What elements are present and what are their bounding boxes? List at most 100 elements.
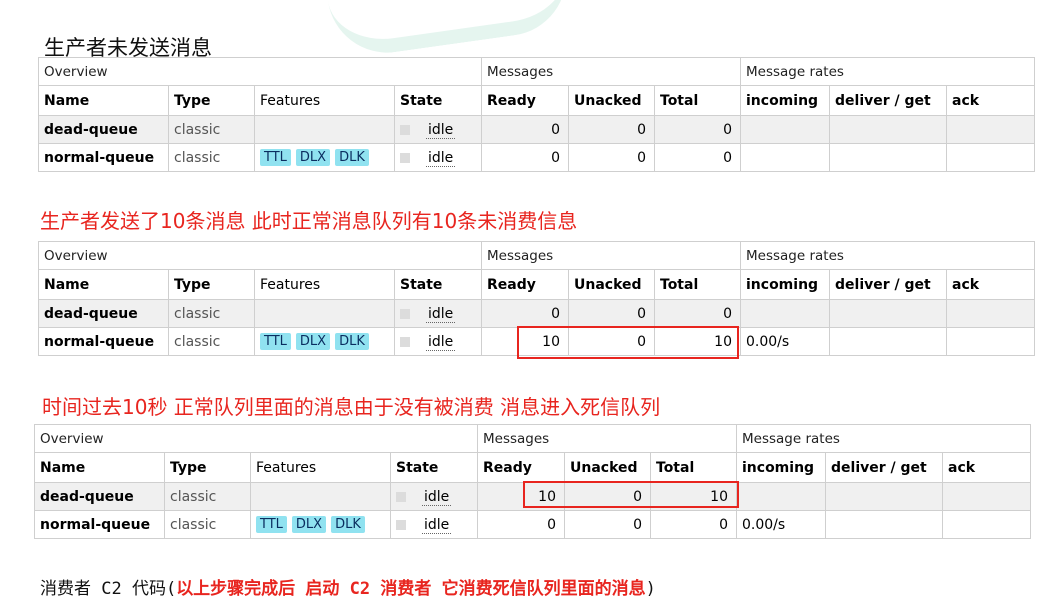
col-unacked[interactable]: Unacked: [568, 269, 655, 300]
queues-table-1: Overview Messages Message rates Name Typ…: [38, 57, 1036, 172]
ack-rate: [941, 510, 1032, 539]
consumer-note-highlight: 以上步骤完成后 启动 C2 消费者 它消费死信队列里面的消息: [176, 579, 646, 599]
incoming-rate: 0.00/s: [736, 510, 826, 539]
col-name[interactable]: Name: [38, 269, 169, 300]
col-ready[interactable]: Ready: [481, 85, 569, 116]
table-row: dead-queue classic idle 0 0 0: [38, 299, 1036, 328]
section-2-heading: 生产者发送了10条消息 此时正常消息队列有10条未消费信息: [40, 209, 578, 233]
queue-features: [254, 299, 395, 328]
state-indicator-icon: [400, 308, 410, 319]
incoming-rate: 0.00/s: [740, 327, 830, 356]
state-indicator-icon: [396, 519, 406, 530]
unacked-count: 0: [568, 143, 655, 172]
incoming-rate: [736, 482, 826, 511]
col-name[interactable]: Name: [38, 85, 169, 116]
col-unacked[interactable]: Unacked: [564, 452, 651, 483]
highlight-box-normal-queue: [517, 326, 739, 359]
state-indicator-icon: [400, 152, 410, 163]
queue-name-link[interactable]: normal-queue: [34, 510, 165, 539]
queue-name-link[interactable]: dead-queue: [34, 482, 165, 511]
feature-badge-dlk: DLK: [331, 516, 365, 533]
state-label: idle: [426, 333, 456, 351]
queue-state: idle: [394, 115, 482, 144]
queue-type: classic: [168, 115, 255, 144]
consumer-note-suffix: ): [645, 579, 656, 599]
col-total[interactable]: Total: [650, 452, 737, 483]
queue-features: [254, 115, 395, 144]
col-features: Features: [254, 85, 395, 116]
queue-features: TTL DLX DLK: [254, 143, 395, 172]
message-rates-header: Message rates: [739, 57, 1036, 86]
queue-features: TTL DLX DLK: [250, 510, 391, 539]
col-unacked[interactable]: Unacked: [568, 85, 655, 116]
unacked-count: 0: [564, 510, 651, 539]
state-indicator-icon: [400, 124, 410, 135]
col-state[interactable]: State: [394, 85, 482, 116]
state-label: idle: [426, 149, 456, 167]
queue-type: classic: [164, 482, 251, 511]
col-ack[interactable]: ack: [945, 269, 1036, 300]
state-label: idle: [422, 488, 452, 506]
message-rates-header: Message rates: [739, 241, 1036, 270]
queue-name-link[interactable]: normal-queue: [38, 327, 169, 356]
deliver-rate: [829, 299, 947, 328]
incoming-rate: [740, 115, 830, 144]
col-total[interactable]: Total: [654, 85, 741, 116]
ack-rate: [941, 482, 1032, 511]
col-state[interactable]: State: [394, 269, 482, 300]
queue-features: [250, 482, 391, 511]
queue-name-link[interactable]: dead-queue: [38, 299, 169, 328]
col-ready[interactable]: Ready: [477, 452, 565, 483]
col-deliver-get[interactable]: deliver / get: [825, 452, 943, 483]
ready-count: 0: [481, 143, 569, 172]
message-rates-header: Message rates: [735, 424, 1032, 453]
col-incoming[interactable]: incoming: [740, 269, 830, 300]
queue-state: idle: [394, 327, 482, 356]
deliver-rate: [825, 482, 943, 511]
col-total[interactable]: Total: [654, 269, 741, 300]
col-type[interactable]: Type: [164, 452, 251, 483]
deliver-rate: [829, 143, 947, 172]
ready-count: 0: [477, 510, 565, 539]
highlight-box-dead-queue: [523, 481, 739, 508]
overview-header: Overview: [38, 241, 482, 270]
queue-name-link[interactable]: normal-queue: [38, 143, 169, 172]
col-deliver-get[interactable]: deliver / get: [829, 85, 947, 116]
table-row: normal-queue classic TTL DLX DLK idle 0 0 …: [34, 510, 1032, 539]
ack-rate: [945, 299, 1036, 328]
queue-type: classic: [168, 327, 255, 356]
col-incoming[interactable]: incoming: [740, 85, 830, 116]
state-label: idle: [422, 516, 452, 534]
col-type[interactable]: Type: [168, 85, 255, 116]
deliver-rate: [829, 115, 947, 144]
table-row: normal-queue classic TTL DLX DLK idle 0 0 …: [38, 143, 1036, 172]
col-type[interactable]: Type: [168, 269, 255, 300]
consumer-note: 消费者 C2 代码(以上步骤完成后 启动 C2 消费者 它消费死信队列里面的消息…: [40, 574, 656, 599]
col-ack[interactable]: ack: [945, 85, 1036, 116]
feature-badge-dlk: DLK: [335, 333, 369, 350]
state-indicator-icon: [396, 491, 406, 502]
state-indicator-icon: [400, 336, 410, 347]
state-label: idle: [426, 121, 456, 139]
col-ack[interactable]: ack: [941, 452, 1032, 483]
col-ready[interactable]: Ready: [481, 269, 569, 300]
queue-type: classic: [168, 299, 255, 328]
col-state[interactable]: State: [390, 452, 478, 483]
messages-header: Messages: [481, 57, 741, 86]
col-incoming[interactable]: incoming: [736, 452, 826, 483]
total-count: 0: [654, 299, 741, 328]
col-deliver-get[interactable]: deliver / get: [829, 269, 947, 300]
ready-count: 0: [481, 299, 569, 328]
col-name[interactable]: Name: [34, 452, 165, 483]
deliver-rate: [829, 327, 947, 356]
queue-name-link[interactable]: dead-queue: [38, 115, 169, 144]
feature-badge-ttl: TTL: [260, 149, 291, 166]
queue-type: classic: [164, 510, 251, 539]
feature-badge-ttl: TTL: [260, 333, 291, 350]
section-3-heading: 时间过去10秒 正常队列里面的消息由于没有被消费 消息进入死信队列: [42, 395, 661, 419]
total-count: 0: [654, 143, 741, 172]
feature-badge-dlk: DLK: [335, 149, 369, 166]
queue-state: idle: [390, 510, 478, 539]
ack-rate: [945, 143, 1036, 172]
feature-badge-dlx: DLX: [295, 149, 331, 166]
